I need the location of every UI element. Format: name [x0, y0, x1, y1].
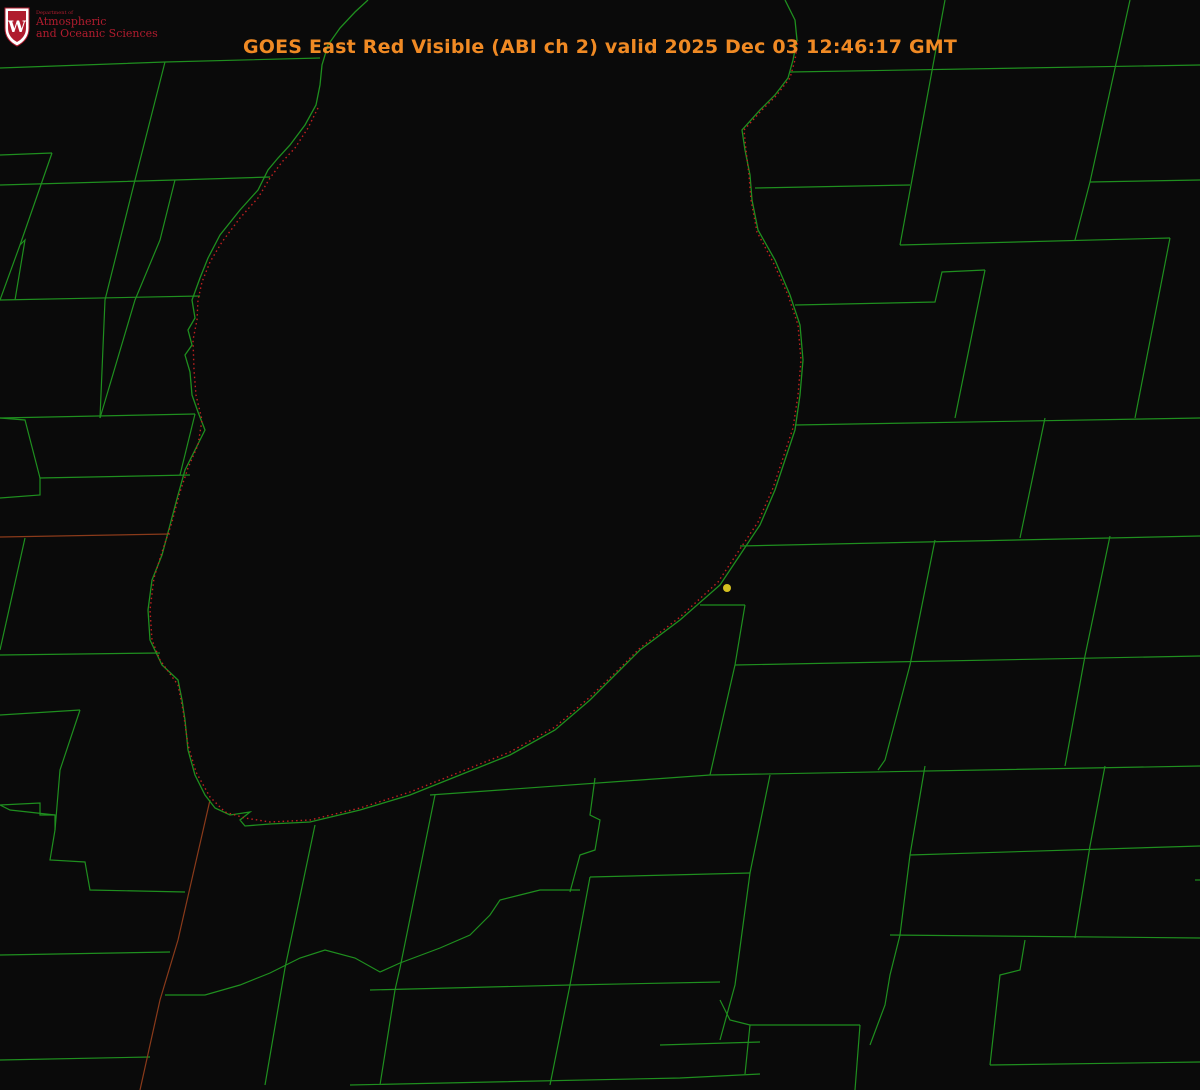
location-marker: [723, 584, 731, 592]
county-boundaries: [0, 0, 1200, 1090]
satellite-image: W Department of Atmospheric and Oceanic …: [0, 0, 1200, 1090]
map-overlay: [0, 0, 1200, 1090]
svg-text:W: W: [7, 17, 27, 36]
lake-shoreline-dotted: [149, 39, 802, 823]
image-title: GOES East Red Visible (ABI ch 2) valid 2…: [242, 36, 958, 58]
lake-shoreline: [147, 0, 804, 827]
